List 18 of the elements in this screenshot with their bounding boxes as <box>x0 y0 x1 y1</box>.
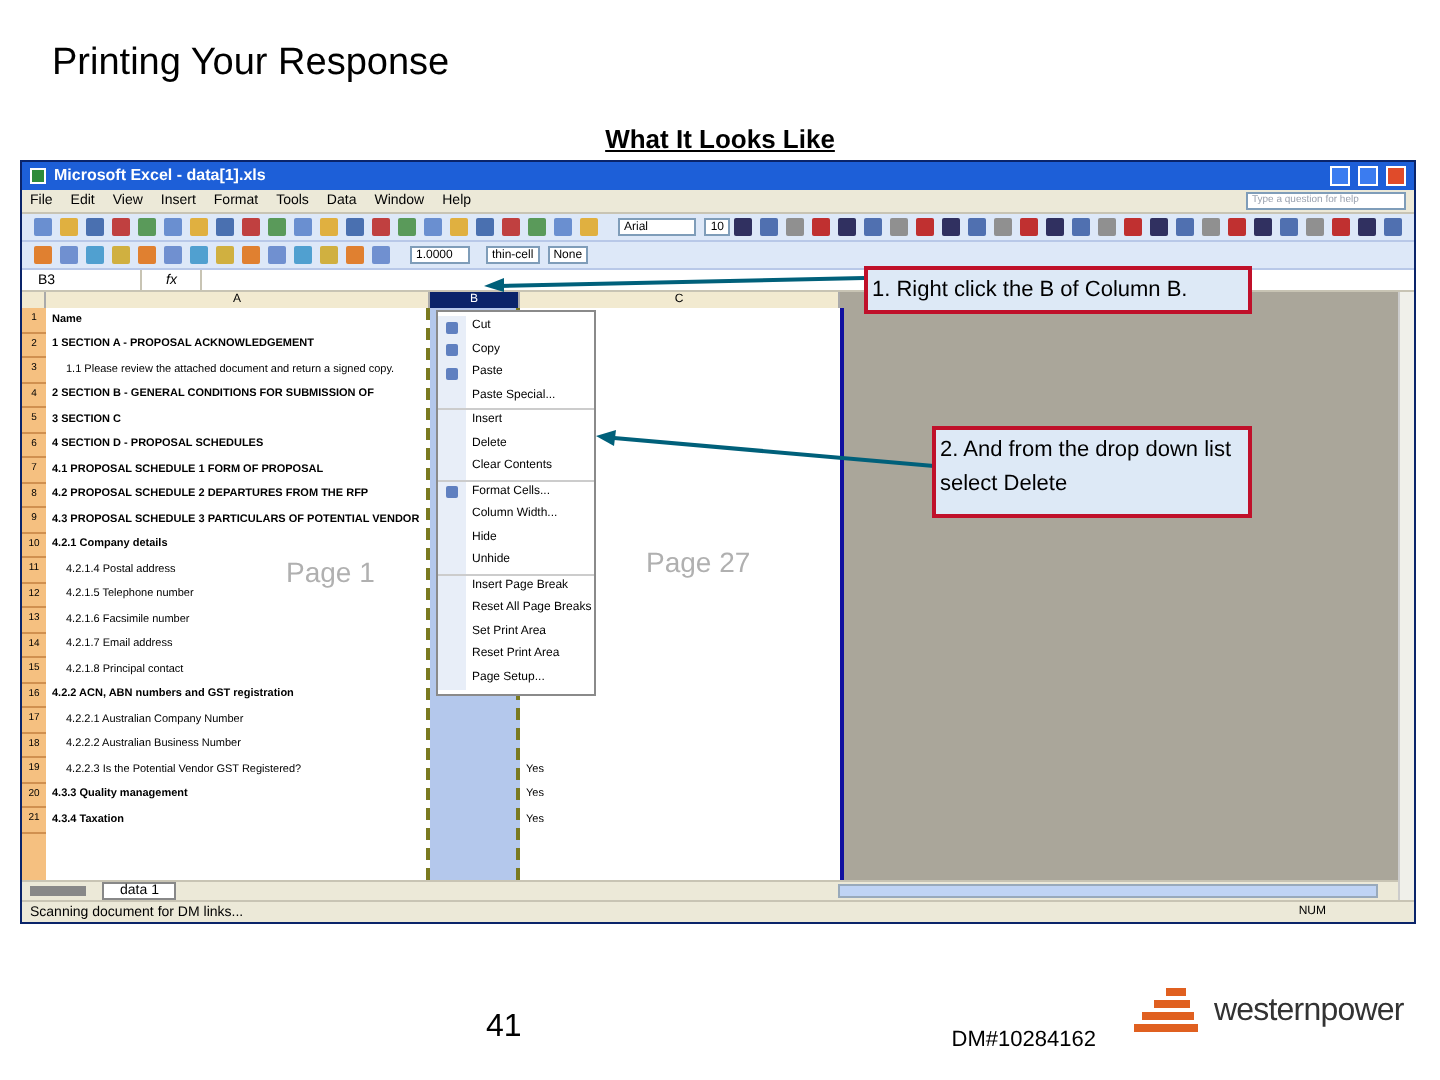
horizontal-scrollbar[interactable] <box>838 884 1378 898</box>
sheet-nav-icon[interactable] <box>30 886 86 896</box>
logo-text: westernpower <box>1214 992 1404 1032</box>
page-label: Page 1 <box>286 558 375 586</box>
close-button[interactable] <box>1386 166 1406 186</box>
vertical-scrollbar[interactable] <box>1398 292 1414 900</box>
page-number: 41 <box>486 1008 522 1049</box>
document-id: DM#10284162 <box>951 1026 1096 1056</box>
window-title: Microsoft Excel - data[1].xls <box>54 168 266 184</box>
page-label: Page 27 <box>646 548 751 576</box>
excel-logo-icon <box>30 168 46 184</box>
minimize-button[interactable] <box>1330 166 1350 186</box>
slide-subtitle: What It Looks Like <box>605 122 835 158</box>
maximize-button[interactable] <box>1358 166 1378 186</box>
menu-item-icon <box>446 486 458 499</box>
callout-tooltip: 1. Right click the B of Column B. <box>864 266 1252 314</box>
callout-tooltip: 2. And from the drop down list select Delete <box>932 426 1252 518</box>
slide-title: Printing Your Response <box>52 40 452 88</box>
